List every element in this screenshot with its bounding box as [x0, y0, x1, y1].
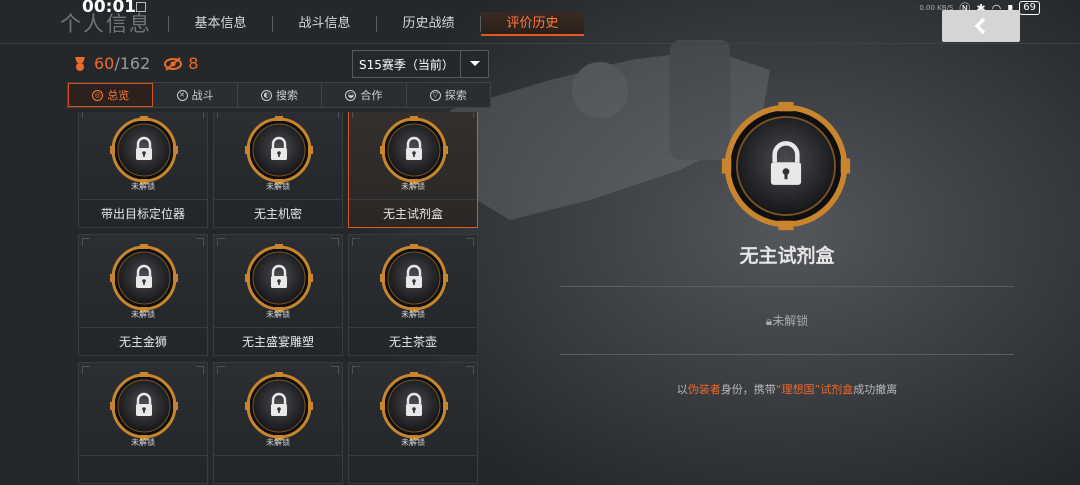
achievement-name: 无主机密	[214, 199, 342, 227]
lock-status: 未解锁	[401, 438, 425, 447]
achievement-card[interactable]: 未解锁 无主试剂盒	[348, 112, 478, 228]
achievement-name	[349, 455, 477, 483]
lock-status: 未解锁	[401, 310, 425, 319]
achievement-card[interactable]: 未解锁 无主机密	[213, 112, 343, 228]
category-tab[interactable]: ▽ 探索	[407, 83, 490, 107]
total-count: /162	[114, 54, 151, 73]
locked-medal-icon	[245, 244, 313, 312]
category-tab[interactable]: ◒ 合作	[322, 83, 407, 107]
lock-status: 未解锁	[266, 182, 290, 191]
medal-icon	[75, 56, 85, 71]
tab-basic-info[interactable]: 基本信息	[169, 12, 272, 36]
page-title: 个人信息	[60, 12, 152, 36]
achievement-card[interactable]: 未解锁	[213, 362, 343, 484]
achievement-name: 无主金狮	[79, 327, 207, 355]
tab-combat-info[interactable]: 战斗信息	[273, 12, 376, 36]
locked-medal-icon	[380, 244, 448, 312]
chevron-left-icon	[974, 17, 986, 35]
achievement-grid: 未解锁 带出目标定位器 未解锁 无主机密 未解锁 无主试剂盒 未解锁 无主金狮 …	[78, 112, 480, 485]
achievement-name	[79, 455, 207, 483]
explore-icon: ▽	[429, 89, 441, 101]
lock-status: 未解锁	[131, 182, 155, 191]
eye-count: 8	[188, 54, 199, 73]
lock-status: 未解锁	[266, 310, 290, 319]
detail-medal-icon	[721, 101, 851, 231]
locked-medal-icon	[380, 116, 448, 184]
achievement-card[interactable]: 未解锁	[348, 362, 478, 484]
season-value: S15赛季（当前）	[359, 57, 454, 72]
locked-medal-icon	[110, 116, 178, 184]
eye-icon	[164, 56, 183, 71]
achievement-name: 无主茶壶	[349, 327, 477, 355]
tab-history-record[interactable]: 历史战绩	[377, 12, 480, 36]
category-tabs: ◎ 总览 ✕ 战斗 ◐ 搜索 ◒ 合作 ▽ 探索	[67, 82, 491, 108]
locked-medal-icon	[245, 372, 313, 440]
divider	[560, 286, 1014, 287]
achievement-card[interactable]: 未解锁 无主盛宴雕塑	[213, 234, 343, 356]
achievement-name	[214, 455, 342, 483]
category-tab[interactable]: ◐ 搜索	[238, 83, 323, 107]
chevron-down-icon	[469, 61, 480, 66]
achievement-card[interactable]: 未解锁 带出目标定位器	[78, 112, 208, 228]
search-icon: ◐	[261, 89, 273, 101]
category-tab[interactable]: ✕ 战斗	[153, 83, 238, 107]
header-tabs: 基本信息 战斗信息 历史战绩 评价历史	[168, 12, 584, 36]
unlocked-count: 60	[94, 54, 115, 73]
lock-status: 未解锁	[131, 310, 155, 319]
achievement-name: 无主盛宴雕塑	[214, 327, 342, 355]
tab-rating-history[interactable]: 评价历史	[481, 12, 584, 36]
progress-stats: 60/162 8	[72, 54, 198, 73]
back-button[interactable]	[942, 10, 1020, 42]
achievement-name: 无主试剂盒	[349, 199, 477, 227]
season-dropdown-toggle[interactable]	[460, 51, 488, 77]
locked-medal-icon	[110, 372, 178, 440]
cooperate-icon: ◒	[345, 89, 357, 101]
detail-title: 无主试剂盒	[739, 245, 835, 267]
combat-icon: ✕	[176, 89, 188, 101]
category-tab[interactable]: ◎ 总览	[68, 83, 154, 107]
season-select[interactable]: S15赛季（当前）	[352, 50, 489, 78]
locked-medal-icon	[380, 372, 448, 440]
achievement-card[interactable]: 未解锁	[78, 362, 208, 484]
overview-icon: ◎	[92, 89, 104, 101]
locked-medal-icon	[245, 116, 313, 184]
header: 个人信息 基本信息 战斗信息 历史战绩 评价历史	[0, 0, 1080, 44]
lock-status: 未解锁	[401, 182, 425, 191]
locked-medal-icon	[110, 244, 178, 312]
achievement-name: 带出目标定位器	[79, 199, 207, 227]
achievement-card[interactable]: 未解锁 无主金狮	[78, 234, 208, 356]
detail-description: 以伪装者身份，携带“理想国”试剂盒成功撤离	[676, 383, 898, 396]
achievement-card[interactable]: 未解锁 无主茶壶	[348, 234, 478, 356]
detail-status: 🔒︎未解锁	[765, 314, 809, 328]
lock-status: 未解锁	[266, 438, 290, 447]
lock-status: 未解锁	[131, 438, 155, 447]
divider	[560, 354, 1014, 355]
